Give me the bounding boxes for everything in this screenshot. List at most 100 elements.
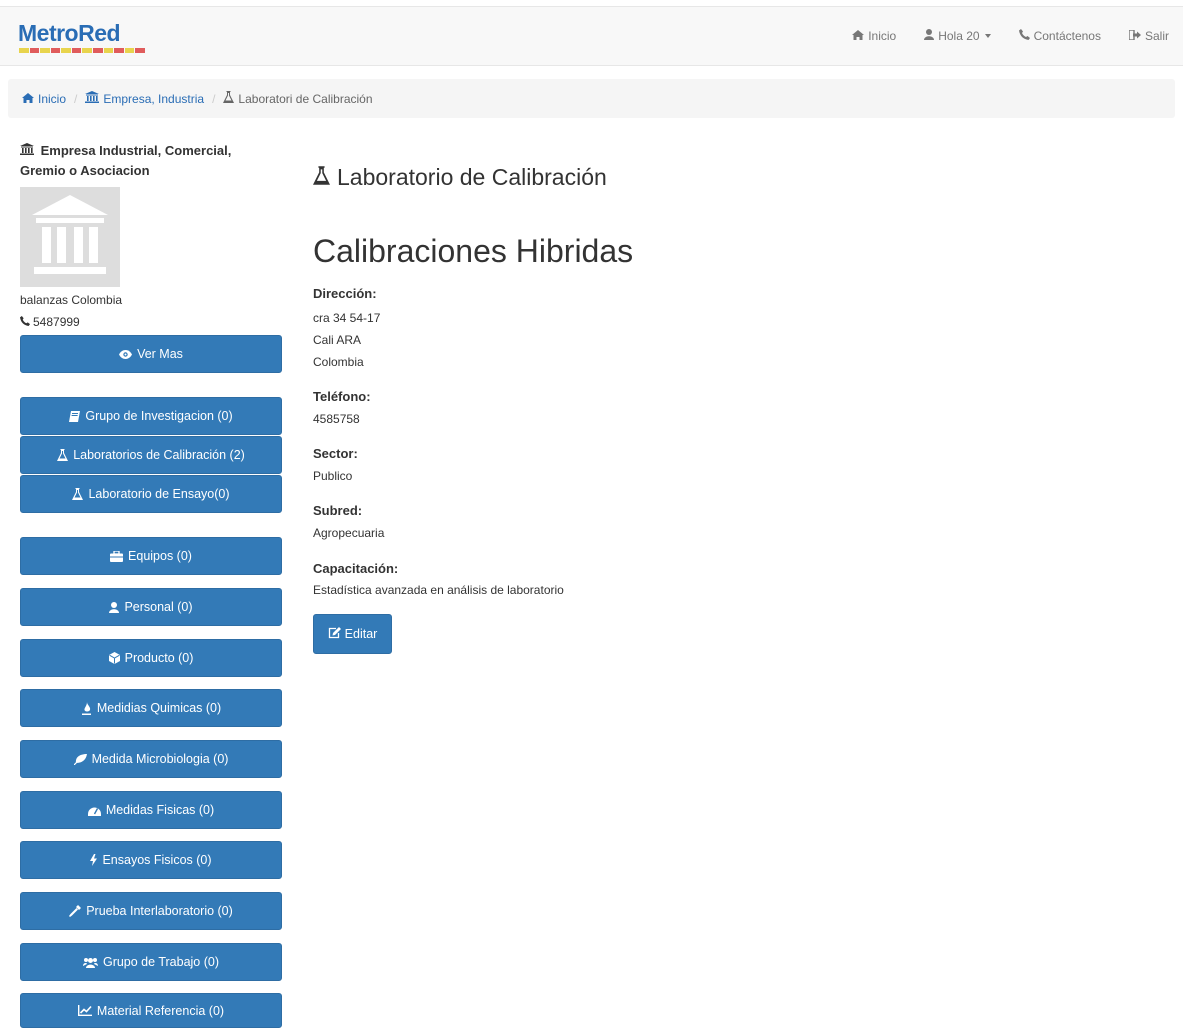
company-logo-placeholder xyxy=(20,187,120,287)
ver-mas-button[interactable]: Ver Mas xyxy=(20,335,282,373)
direccion-line3: Colombia xyxy=(313,355,364,369)
company-type-line1: Empresa Industrial, Comercial, xyxy=(40,143,232,158)
equipos-button[interactable]: Equipos (0) xyxy=(20,537,282,575)
brand-logo[interactable]: MetroRed xyxy=(18,20,145,53)
leaf-icon xyxy=(73,753,87,765)
edit-button[interactable]: Editar xyxy=(313,614,392,654)
navbar-menu: Inicio Hola 20 Contáctenos Salir xyxy=(838,7,1183,65)
brand-ruler-graphic xyxy=(19,48,145,53)
grupo-investigacion-label: Grupo de Investigacion (0) xyxy=(85,409,233,423)
sector-value: Publico xyxy=(313,469,353,483)
medidas-quimicas-label: Medidias Quimicas (0) xyxy=(96,701,222,715)
breadcrumb-separator: / xyxy=(74,91,78,106)
line-chart-icon xyxy=(77,1005,92,1016)
medida-microbiologia-label: Medida Microbiologia (0) xyxy=(91,752,229,766)
direccion-label: Dirección: xyxy=(313,286,377,301)
material-referencia-label: Material Referencia (0) xyxy=(96,1003,225,1018)
nav-user-label: Hola 20 xyxy=(938,29,980,43)
laboratorio-ensayo-label: Laboratorio de Ensayo(0) xyxy=(88,487,230,501)
producto-label: Producto (0) xyxy=(124,651,194,665)
nav-salir[interactable]: Salir xyxy=(1115,7,1183,65)
material-referencia-button[interactable]: Material Referencia (0) xyxy=(20,993,282,1028)
user-icon xyxy=(924,29,935,43)
medida-microbiologia-button[interactable]: Medida Microbiologia (0) xyxy=(20,740,282,778)
eye-icon xyxy=(119,349,133,359)
breadcrumb-separator: / xyxy=(212,91,216,106)
grupo-trabajo-label: Grupo de Trabajo (0) xyxy=(102,955,220,969)
laboratorio-ensayo-button[interactable]: Laboratorio de Ensayo(0) xyxy=(20,475,282,513)
nav-contactenos[interactable]: Contáctenos xyxy=(1005,7,1115,65)
phone-icon xyxy=(20,315,30,329)
flask-icon xyxy=(72,488,84,500)
prueba-interlaboratorio-label: Prueba Interlaboratorio (0) xyxy=(86,904,233,918)
top-navbar: MetroRed Inicio Hola 20 Contáctenos Sali… xyxy=(0,6,1183,66)
cube-icon xyxy=(108,652,120,664)
user-icon xyxy=(109,601,120,613)
nav-contactenos-label: Contáctenos xyxy=(1033,29,1101,43)
breadcrumb-current: Laboratori de Calibración xyxy=(223,91,373,106)
equipos-label: Equipos (0) xyxy=(128,549,192,563)
laboratorios-calibracion-button[interactable]: Laboratorios de Calibración (2) xyxy=(20,436,282,474)
direccion-line1: cra 34 54-17 xyxy=(313,311,381,325)
chevron-down-icon xyxy=(984,34,991,38)
nav-salir-label: Salir xyxy=(1144,29,1169,43)
telefono-value: 4585758 xyxy=(313,412,360,426)
breadcrumb-current-label: Laboratori de Calibración xyxy=(238,91,373,106)
grupo-investigacion-button[interactable]: Grupo de Investigacion (0) xyxy=(20,397,282,435)
section-title-text: Laboratorio de Calibración xyxy=(337,164,607,190)
home-icon xyxy=(852,29,865,43)
lab-name: Calibraciones Hibridas xyxy=(313,233,634,269)
flask-icon xyxy=(57,449,69,461)
flask-icon xyxy=(223,91,235,106)
medidas-fisicas-label: Medidas Fisicas (0) xyxy=(105,803,215,817)
company-type-heading: Empresa Industrial, Comercial, Gremio o … xyxy=(20,141,282,181)
section-title: Laboratorio de Calibración xyxy=(313,164,607,191)
prueba-interlaboratorio-button[interactable]: Prueba Interlaboratorio (0) xyxy=(20,892,282,930)
bolt-icon xyxy=(90,854,98,866)
breadcrumb-empresa-label: Empresa, Industria xyxy=(103,91,205,106)
breadcrumb-empresa[interactable]: Empresa, Industria xyxy=(85,91,204,106)
personal-button[interactable]: Personal (0) xyxy=(20,588,282,626)
sector-label: Sector: xyxy=(313,446,358,461)
medidas-fisicas-button[interactable]: Medidas Fisicas (0) xyxy=(20,791,282,829)
subred-label: Subred: xyxy=(313,503,363,518)
subred-value: Agropecuaria xyxy=(313,526,385,540)
tachometer-icon xyxy=(87,805,101,816)
users-icon xyxy=(82,957,98,968)
company-phone: 5487999 xyxy=(20,315,80,329)
producto-button[interactable]: Producto (0) xyxy=(20,639,282,677)
medidas-quimicas-button[interactable]: Medidias Quimicas (0) xyxy=(20,689,282,727)
breadcrumb-inicio-label: Inicio xyxy=(38,91,67,106)
phone-icon xyxy=(1018,29,1030,43)
breadcrumb: Inicio / Empresa, Industria / Laboratori… xyxy=(8,79,1175,118)
nav-user-dropdown[interactable]: Hola 20 xyxy=(910,7,1004,65)
grupo-trabajo-button[interactable]: Grupo de Trabajo (0) xyxy=(20,943,282,981)
laboratorios-calibracion-label: Laboratorios de Calibración (2) xyxy=(73,448,245,462)
edit-button-label: Editar xyxy=(344,627,378,641)
home-icon xyxy=(22,92,34,106)
nav-inicio[interactable]: Inicio xyxy=(838,7,910,65)
brand-name[interactable]: MetroRed xyxy=(18,20,121,46)
nav-inicio-label: Inicio xyxy=(868,29,897,43)
company-sidebar: Empresa Industrial, Comercial, Gremio o … xyxy=(20,141,282,329)
eyedropper-icon xyxy=(69,905,82,917)
company-name: balanzas Colombia xyxy=(20,293,123,307)
briefcase-icon xyxy=(110,550,124,562)
book-icon xyxy=(69,410,81,422)
institution-icon xyxy=(20,143,38,158)
ensayos-fisicos-button[interactable]: Ensayos Fisicos (0) xyxy=(20,841,282,879)
ensayos-fisicos-label: Ensayos Fisicos (0) xyxy=(102,853,212,867)
institution-icon xyxy=(85,91,100,106)
sign-out-icon xyxy=(1128,28,1141,43)
breadcrumb-inicio[interactable]: Inicio xyxy=(22,92,66,106)
flask-icon xyxy=(313,164,330,191)
tint-icon xyxy=(81,701,92,715)
institution-icon xyxy=(32,195,108,274)
edit-icon xyxy=(328,626,341,642)
ver-mas-label: Ver Mas xyxy=(137,347,183,361)
telefono-label: Teléfono: xyxy=(313,389,371,404)
personal-label: Personal (0) xyxy=(124,600,193,614)
company-phone-value: 5487999 xyxy=(33,315,80,329)
company-type-line2: Gremio o Asociacion xyxy=(20,163,150,178)
direccion-line2: Cali ARA xyxy=(313,333,362,347)
